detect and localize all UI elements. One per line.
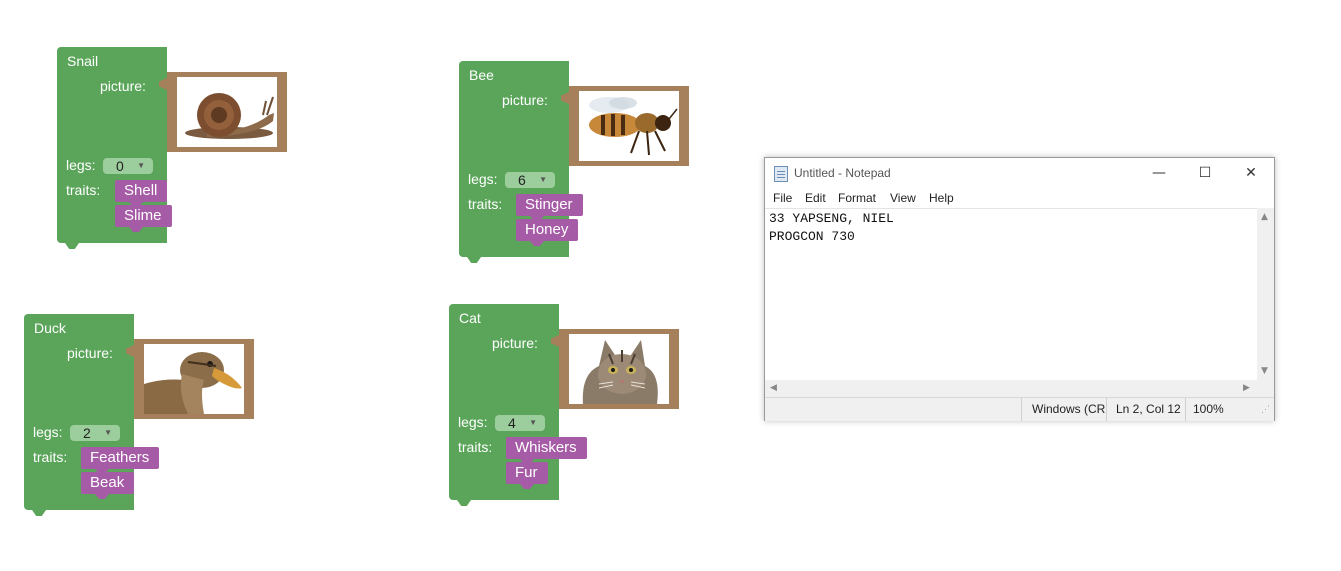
legs-value: 4 (508, 415, 516, 431)
status-position: Ln 2, Col 12 (1116, 402, 1181, 416)
text-line: PROGCON 730 (769, 229, 855, 244)
trait-label: Stinger (525, 196, 573, 213)
block-title: Duck (34, 320, 66, 336)
traits-label: traits: (66, 182, 101, 198)
legs-dropdown[interactable]: 6 ▼ (505, 172, 555, 188)
picture-input[interactable] (126, 339, 254, 419)
picture-input[interactable] (551, 329, 679, 409)
trait-label: Beak (90, 474, 125, 491)
traits-label: traits: (33, 449, 68, 465)
legs-value: 0 (116, 158, 124, 174)
legs-label: legs: (33, 424, 63, 440)
minimize-button[interactable]: — (1136, 158, 1182, 188)
trait-label: Whiskers (515, 439, 577, 456)
picture-label: picture: (67, 345, 113, 361)
scroll-left-icon[interactable]: ◀ (770, 383, 777, 393)
chevron-down-icon: ▼ (104, 428, 112, 437)
menu-view[interactable]: View (890, 191, 916, 205)
text-line: 33 YAPSENG, NIEL (769, 211, 894, 226)
picture-label: picture: (492, 335, 538, 351)
chevron-down-icon: ▼ (529, 418, 537, 427)
trait-label: Shell (124, 182, 158, 199)
scroll-down-icon[interactable]: ▼ (1261, 366, 1268, 376)
trait-label: Slime (124, 207, 162, 224)
notepad-titlebar[interactable]: Untitled - Notepad — ☐ ✕ (765, 158, 1274, 188)
picture-label: picture: (502, 92, 548, 108)
trait-block-beak[interactable]: Beak (81, 472, 135, 499)
menu-format[interactable]: Format (838, 191, 876, 205)
window-title: Untitled - Notepad (794, 166, 891, 180)
legs-value: 6 (518, 172, 526, 188)
cat-block[interactable]: Cat picture: legs: 4 ▼ traits: Whiskers … (449, 304, 679, 506)
maximize-icon: ☐ (1198, 165, 1212, 181)
menu-help[interactable]: Help (929, 191, 954, 205)
legs-dropdown[interactable]: 2 ▼ (70, 425, 120, 441)
trait-label: Honey (525, 221, 569, 238)
cat-picture-icon (569, 334, 669, 404)
scrollbar-corner (1257, 380, 1274, 397)
resize-grip-icon[interactable]: ⋰ (1261, 404, 1270, 415)
legs-label: legs: (458, 414, 488, 430)
picture-input[interactable] (159, 72, 287, 152)
status-bar: Windows (CR Ln 2, Col 12 100% ⋰ (765, 397, 1274, 421)
legs-label: legs: (468, 171, 498, 187)
maximize-button[interactable]: ☐ (1182, 158, 1228, 188)
minimize-icon: — (1152, 165, 1166, 181)
snail-block[interactable]: Snail picture: legs: 0 ▼ traits: Shell S… (57, 47, 287, 249)
vertical-scrollbar[interactable]: ▲ ▼ (1257, 208, 1274, 380)
trait-block-whiskers[interactable]: Whiskers (506, 437, 587, 464)
legs-label: legs: (66, 157, 96, 173)
close-button[interactable]: ✕ (1228, 158, 1274, 188)
trait-block-honey[interactable]: Honey (516, 219, 579, 246)
menu-file[interactable]: File (773, 191, 792, 205)
legs-value: 2 (83, 425, 91, 441)
legs-dropdown[interactable]: 4 ▼ (495, 415, 545, 431)
block-title: Cat (459, 310, 481, 326)
text-editor[interactable]: 33 YAPSENG, NIEL PROGCON 730 (765, 208, 1257, 381)
scroll-right-icon[interactable]: ▶ (1243, 383, 1250, 393)
trait-label: Fur (515, 464, 538, 481)
block-title: Bee (469, 67, 494, 83)
block-title: Snail (67, 53, 99, 69)
notepad-window[interactable]: Untitled - Notepad — ☐ ✕ File Edit Forma… (764, 157, 1275, 421)
chevron-down-icon: ▼ (539, 175, 547, 184)
duck-block[interactable]: Duck picture: legs: 2 ▼ traits: Feathers… (24, 314, 254, 516)
horizontal-scrollbar[interactable]: ◀ ▶ (765, 380, 1257, 397)
duck-picture-icon (144, 344, 244, 414)
notepad-icon (774, 166, 788, 182)
status-encoding: Windows (CR (1032, 402, 1106, 416)
bee-picture-icon (579, 91, 679, 161)
picture-input[interactable] (561, 86, 689, 166)
trait-block-stinger[interactable]: Stinger (516, 194, 583, 221)
trait-block-shell[interactable]: Shell (115, 180, 168, 207)
legs-dropdown[interactable]: 0 ▼ (103, 158, 153, 174)
bee-block[interactable]: Bee picture: legs: 6 ▼ traits: Stinger H… (459, 61, 689, 263)
trait-block-feathers[interactable]: Feathers (81, 447, 160, 474)
menu-edit[interactable]: Edit (805, 191, 826, 205)
snail-picture-icon (177, 77, 277, 147)
menu-bar: File Edit Format View Help (765, 188, 1274, 208)
chevron-down-icon: ▼ (137, 161, 145, 170)
traits-label: traits: (458, 439, 493, 455)
close-icon: ✕ (1245, 165, 1257, 181)
status-zoom: 100% (1193, 402, 1224, 416)
scroll-up-icon[interactable]: ▲ (1261, 212, 1268, 222)
traits-label: traits: (468, 196, 503, 212)
trait-block-slime[interactable]: Slime (115, 205, 172, 232)
picture-label: picture: (100, 78, 146, 94)
trait-block-fur[interactable]: Fur (506, 462, 548, 489)
trait-label: Feathers (90, 449, 150, 466)
